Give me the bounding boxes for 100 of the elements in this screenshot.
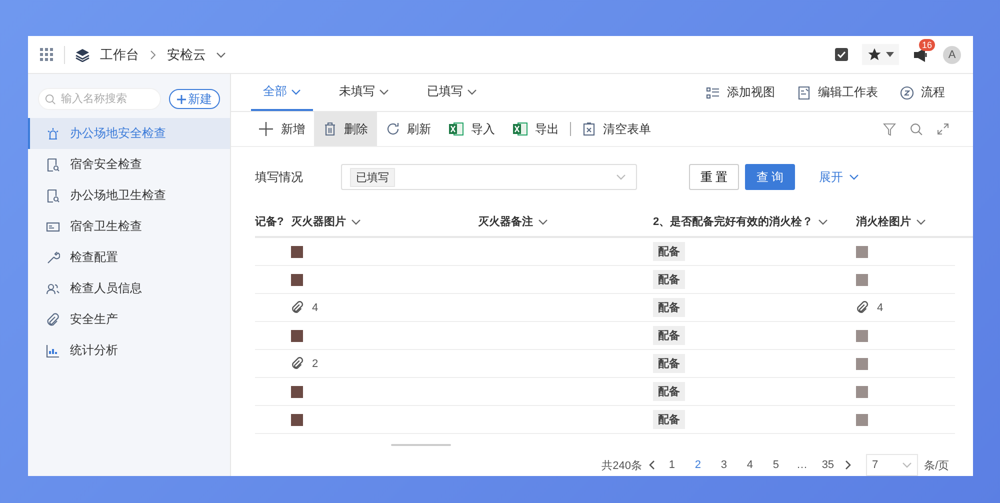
search-icon[interactable] bbox=[910, 122, 923, 136]
document-search-icon bbox=[46, 158, 60, 172]
id-card-icon bbox=[46, 220, 60, 234]
page-button[interactable]: 5 bbox=[766, 459, 786, 471]
column-header[interactable]: 2、是否配备完好有效的消火栓？ bbox=[653, 207, 856, 238]
chevron-down-icon bbox=[351, 216, 361, 226]
avatar[interactable]: A bbox=[943, 46, 961, 64]
attachment-count: 4 bbox=[312, 302, 318, 314]
view-action-button[interactable]: 添加视图 bbox=[706, 84, 775, 101]
column-header[interactable]: 消火栓图片 bbox=[856, 207, 973, 238]
toolbar-button[interactable]: 刷新 bbox=[377, 112, 440, 146]
photo-placeholder bbox=[291, 246, 303, 258]
clear-form-icon bbox=[582, 122, 596, 136]
status-tag: 配备 bbox=[653, 270, 685, 289]
column-header[interactable]: 灭火器图片 bbox=[291, 207, 478, 238]
chevron-down-icon bbox=[216, 50, 226, 60]
reset-button[interactable]: 重 置 bbox=[689, 164, 739, 190]
flow-icon bbox=[900, 86, 914, 100]
chevron-down-icon bbox=[902, 460, 912, 470]
view-tab[interactable]: 未填写 bbox=[327, 74, 401, 111]
page-button[interactable]: 1 bbox=[662, 459, 682, 471]
page-button[interactable]: … bbox=[792, 459, 812, 471]
page-button[interactable]: 35 bbox=[818, 459, 838, 471]
photo-placeholder bbox=[856, 414, 868, 426]
breadcrumb-link[interactable]: 安检云 bbox=[167, 46, 206, 64]
trash-icon bbox=[323, 122, 337, 136]
alarm-icon bbox=[46, 126, 60, 140]
layers-icon bbox=[75, 48, 90, 62]
toolbar-button[interactable]: 导出 bbox=[504, 112, 568, 146]
chevron-down-icon bbox=[818, 216, 828, 226]
status-tag: 配备 bbox=[653, 410, 685, 429]
total-count: 共240条 bbox=[602, 458, 642, 472]
toolbar-button[interactable]: 删除 bbox=[314, 112, 377, 146]
photo-placeholder bbox=[856, 274, 868, 286]
attachment-count: 2 bbox=[312, 358, 318, 370]
per-page-label: 条/页 bbox=[924, 458, 949, 472]
previous-page-icon[interactable] bbox=[648, 460, 656, 470]
scrollbar-thumb[interactable] bbox=[391, 444, 451, 446]
toolbar-button[interactable]: 新增 bbox=[249, 112, 314, 146]
page-button[interactable]: 3 bbox=[714, 459, 734, 471]
chevron-down-icon bbox=[291, 86, 301, 96]
list-icon bbox=[706, 86, 720, 100]
chevron-down-icon bbox=[849, 172, 859, 182]
plus-icon bbox=[258, 121, 274, 137]
sidebar-item[interactable]: 宿舍卫生检查 bbox=[28, 211, 230, 242]
status-tag: 配备 bbox=[653, 326, 685, 345]
sidebar-item[interactable]: 安全生产 bbox=[28, 304, 230, 335]
expand-button[interactable]: 展开 bbox=[813, 168, 865, 186]
filter-label: 填写情况 bbox=[255, 168, 304, 186]
status-select[interactable]: 已填写 bbox=[341, 164, 637, 190]
chevron-down-icon bbox=[538, 216, 548, 226]
wrench-icon bbox=[46, 250, 60, 264]
sidebar-item[interactable]: 办公场地卫生检查 bbox=[28, 180, 230, 211]
sidebar-item[interactable]: 检查人员信息 bbox=[28, 273, 230, 304]
chevron-down-icon bbox=[379, 86, 389, 96]
app-grid-icon[interactable] bbox=[40, 48, 54, 62]
notification-badge: 16 bbox=[919, 38, 936, 50]
chevron-right-icon bbox=[149, 50, 157, 60]
breadcrumb-link[interactable]: 工作台 bbox=[100, 46, 139, 64]
photo-placeholder bbox=[856, 386, 868, 398]
toolbar-button[interactable]: 清空表单 bbox=[573, 112, 660, 146]
edit-icon bbox=[797, 86, 811, 100]
sidebar-item[interactable]: 统计分析 bbox=[28, 335, 230, 366]
spreadsheet-icon bbox=[449, 122, 464, 136]
filter-icon[interactable] bbox=[883, 122, 896, 136]
checkbox-icon[interactable] bbox=[835, 48, 848, 61]
fullscreen-icon[interactable] bbox=[937, 123, 949, 135]
paperclip-icon bbox=[856, 301, 869, 314]
photo-placeholder bbox=[291, 274, 303, 286]
chevron-down-icon bbox=[616, 172, 626, 182]
chevron-down-icon bbox=[467, 86, 477, 96]
page-button[interactable]: 2 bbox=[688, 459, 708, 471]
photo-placeholder bbox=[856, 358, 868, 370]
view-tab[interactable]: 已填写 bbox=[415, 74, 489, 111]
status-tag: 配备 bbox=[653, 298, 685, 317]
selected-tag: 已填写 bbox=[350, 168, 395, 186]
query-button[interactable]: 查 询 bbox=[745, 164, 795, 190]
photo-placeholder bbox=[291, 330, 303, 342]
paperclip-icon bbox=[46, 312, 60, 326]
photo-placeholder bbox=[856, 330, 868, 342]
view-action-button[interactable]: 编辑工作表 bbox=[797, 84, 878, 101]
star-icon bbox=[867, 47, 882, 62]
page-button[interactable]: 4 bbox=[740, 459, 760, 471]
view-tab[interactable]: 全部 bbox=[251, 74, 313, 111]
toolbar-button[interactable]: 导入 bbox=[440, 112, 504, 146]
column-header[interactable]: 灭火器备注 bbox=[478, 207, 653, 238]
photo-placeholder bbox=[856, 246, 868, 258]
people-icon bbox=[46, 282, 60, 296]
page-size-select[interactable]: 7 bbox=[866, 454, 918, 476]
sidebar-item[interactable]: 宿舍安全检查 bbox=[28, 149, 230, 180]
search-field[interactable]: 输入名称搜索 bbox=[38, 88, 161, 110]
next-page-icon[interactable] bbox=[844, 460, 852, 470]
document-search-icon bbox=[46, 188, 60, 202]
column-header[interactable]: 记备? bbox=[255, 207, 291, 238]
favorites-button[interactable] bbox=[862, 44, 899, 65]
status-tag: 配备 bbox=[653, 354, 685, 373]
new-button[interactable]: 新建 bbox=[169, 89, 220, 109]
sidebar-item[interactable]: 检查配置 bbox=[28, 242, 230, 273]
paperclip-icon bbox=[291, 301, 304, 314]
view-action-button[interactable]: 流程 bbox=[900, 84, 945, 101]
